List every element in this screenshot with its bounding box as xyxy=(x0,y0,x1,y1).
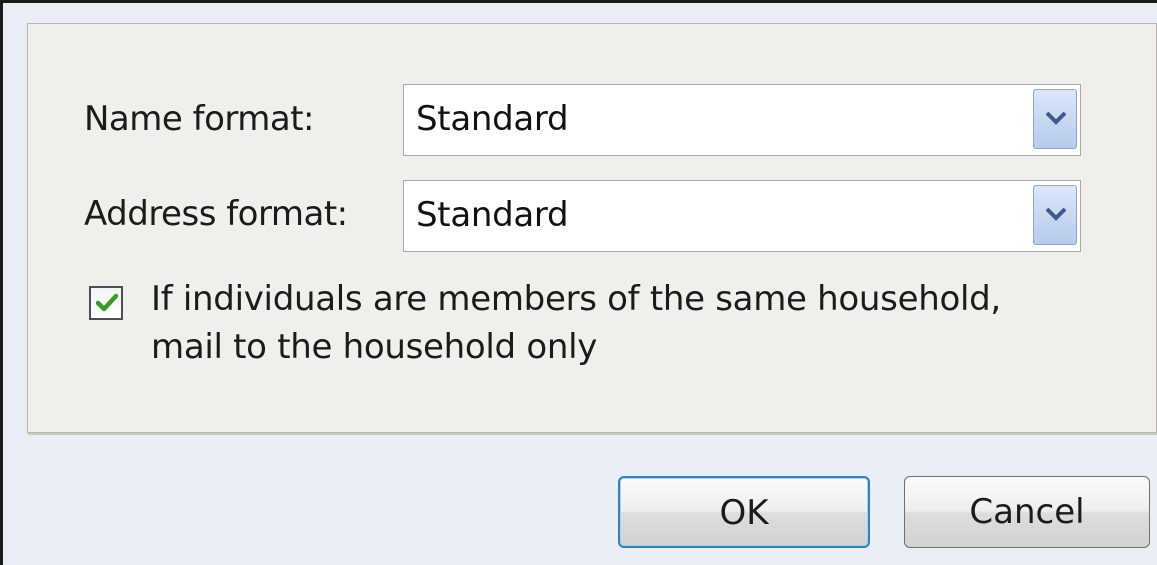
address-format-label: Address format: xyxy=(84,194,348,234)
address-format-dropdown[interactable]: Standard xyxy=(403,180,1081,252)
cancel-button[interactable]: Cancel xyxy=(904,476,1150,548)
name-format-value: Standard xyxy=(416,99,569,139)
chevron-down-icon xyxy=(1045,207,1067,221)
household-checkbox[interactable] xyxy=(89,286,123,320)
household-checkbox-label[interactable]: If individuals are members of the same h… xyxy=(151,275,1081,371)
chevron-down-icon xyxy=(1045,111,1067,125)
name-format-dropdown[interactable]: Standard xyxy=(403,84,1081,156)
ok-button[interactable]: OK xyxy=(618,476,870,548)
options-panel: Name format: Standard Address format: St… xyxy=(27,23,1157,433)
address-format-dropdown-button[interactable] xyxy=(1033,185,1077,245)
checkmark-icon xyxy=(96,293,118,312)
address-format-value: Standard xyxy=(416,195,569,235)
name-format-dropdown-button[interactable] xyxy=(1033,89,1077,149)
name-format-label: Name format: xyxy=(84,99,315,139)
dialog-window: Name format: Standard Address format: St… xyxy=(0,0,1157,565)
